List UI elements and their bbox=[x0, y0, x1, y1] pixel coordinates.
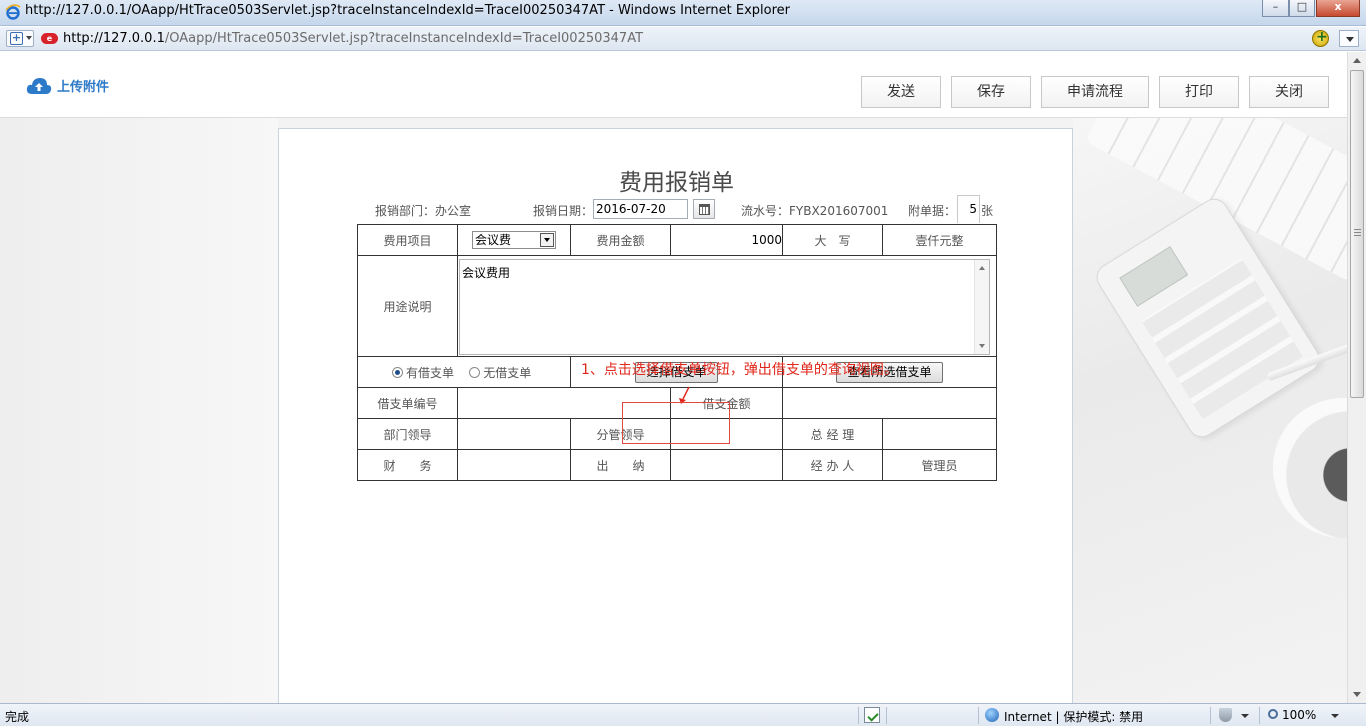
date-label: 报销日期： bbox=[533, 204, 594, 218]
page-scrollbar[interactable] bbox=[1347, 52, 1366, 703]
url-host: http://127.0.0.1 bbox=[63, 31, 165, 46]
chevron-down-icon[interactable] bbox=[1241, 714, 1249, 718]
chevron-down-icon bbox=[540, 233, 554, 247]
dept-leader-value bbox=[457, 418, 571, 450]
print-button[interactable]: 打印 bbox=[1159, 76, 1239, 108]
admin-label: 管理员 bbox=[882, 449, 997, 481]
plus-icon: + bbox=[10, 31, 23, 45]
background-left bbox=[0, 118, 278, 703]
radio-has-loan[interactable]: 有借支单 bbox=[392, 366, 454, 380]
cloud-upload-icon bbox=[26, 78, 52, 94]
gm-label: 总 经 理 bbox=[782, 418, 883, 450]
finance-value bbox=[457, 449, 571, 481]
address-bar: + e http://127.0.0.1/OAapp/HtTrace0503Se… bbox=[0, 27, 1366, 51]
scroll-up-icon[interactable] bbox=[1349, 53, 1365, 69]
cashier-label: 出 纳 bbox=[570, 449, 671, 481]
window-titlebar: http://127.0.0.1/OAapp/HtTrace0503Servle… bbox=[0, 0, 1366, 26]
expense-item-select[interactable]: 会议费 bbox=[472, 231, 556, 249]
loan-amount-value bbox=[782, 387, 997, 419]
chevron-down-icon bbox=[26, 36, 32, 40]
attachment-label: 附单据： bbox=[908, 204, 957, 218]
close-button[interactable]: 关闭 bbox=[1249, 76, 1329, 108]
purpose-textarea[interactable]: 会议费用 bbox=[459, 259, 990, 355]
uppercase-value: 壹仟元整 bbox=[882, 224, 997, 256]
amount-value[interactable]: 1000 bbox=[670, 224, 783, 256]
internet-explorer-icon bbox=[5, 4, 21, 20]
expense-item-value: 会议费 bbox=[475, 233, 512, 247]
loan-no-label: 借支单编号 bbox=[357, 387, 458, 419]
zoom-level[interactable]: 100% bbox=[1282, 708, 1316, 722]
page-status-icon bbox=[864, 707, 880, 723]
table-row: 用途说明 会议费用 bbox=[357, 255, 997, 357]
url-path: /OAapp/HtTrace0503Servlet.jsp?traceInsta… bbox=[164, 31, 644, 46]
status-text: 完成 bbox=[5, 710, 30, 724]
url-field[interactable]: http://127.0.0.1/OAapp/HtTrace0503Servle… bbox=[63, 31, 643, 46]
calendar-icon[interactable] bbox=[693, 199, 715, 219]
uppercase-label: 大 写 bbox=[782, 224, 883, 256]
zoom-icon bbox=[1268, 709, 1278, 719]
new-tab-button[interactable]: + bbox=[6, 30, 34, 47]
amount-label: 费用金额 bbox=[570, 224, 671, 256]
maximize-button[interactable]: □ bbox=[1289, 0, 1315, 17]
tutorial-annotation: 1、点击选择借支单按钮，弹出借支单的查询视图。 bbox=[581, 362, 898, 378]
table-row: 财 务 出 纳 经 办 人 管理员 bbox=[357, 449, 997, 481]
cashier-value bbox=[670, 449, 783, 481]
site-error-icon: e bbox=[41, 33, 58, 44]
window-title: http://127.0.0.1/OAapp/HtTrace0503Servle… bbox=[25, 3, 791, 18]
upload-attachment-label: 上传附件 bbox=[57, 80, 110, 95]
expense-item-cell: 会议费 bbox=[457, 224, 571, 256]
chevron-down-icon[interactable] bbox=[1331, 714, 1339, 718]
form-title: 费用报销单 bbox=[619, 170, 734, 196]
purpose-value: 会议费用 bbox=[462, 266, 511, 280]
minimize-button[interactable]: – bbox=[1262, 0, 1289, 17]
finance-label: 财 务 bbox=[357, 449, 458, 481]
protected-mode-icon[interactable] bbox=[1219, 708, 1232, 722]
apply-process-button[interactable]: 申请流程 bbox=[1041, 76, 1149, 108]
handler-label: 经 办 人 bbox=[782, 449, 883, 481]
radio-selected-icon bbox=[392, 366, 403, 378]
close-window-button[interactable]: x bbox=[1316, 0, 1360, 17]
page-viewport: 上传附件 发送 保存 申请流程 打印 关闭 费用报销单 报销部门：办公室 报销日… bbox=[0, 52, 1366, 703]
serial-number: 流水号：FYBX201607001 bbox=[741, 204, 889, 218]
page-toolbar: 上传附件 发送 保存 申请流程 打印 关闭 bbox=[0, 52, 1347, 118]
dept-leader-label: 部门领导 bbox=[357, 418, 458, 450]
purpose-cell: 会议费用 bbox=[457, 255, 997, 357]
status-bar: 完成 Internet | 保护模式: 禁用 100% bbox=[0, 703, 1366, 726]
date-input[interactable]: 2016-07-20 bbox=[593, 199, 688, 219]
scroll-thumb[interactable] bbox=[1350, 70, 1364, 398]
attachment-unit: 张 bbox=[981, 204, 994, 218]
table-row: 费用项目 会议费 费用金额 1000 大 写 壹仟元整 bbox=[357, 224, 997, 256]
textarea-scrollbar[interactable] bbox=[974, 260, 989, 354]
security-zone: Internet | 保护模式: 禁用 bbox=[1004, 710, 1144, 724]
send-button[interactable]: 发送 bbox=[861, 76, 941, 108]
gm-value bbox=[882, 418, 997, 450]
background-desk-image bbox=[1073, 118, 1347, 703]
dept-label: 报销部门：办公室 bbox=[375, 204, 472, 218]
address-dropdown-button[interactable] bbox=[1339, 30, 1359, 47]
scroll-down-icon[interactable] bbox=[1349, 686, 1365, 702]
purpose-label: 用途说明 bbox=[357, 255, 458, 357]
coffee-cup-image bbox=[1273, 398, 1347, 538]
globe-icon bbox=[985, 708, 999, 722]
expense-item-label: 费用项目 bbox=[357, 224, 458, 256]
expense-form: 费用报销单 报销部门：办公室 报销日期： 2016-07-20 流水号：FYBX… bbox=[278, 128, 1073, 703]
save-button[interactable]: 保存 bbox=[951, 76, 1031, 108]
highlight-box bbox=[622, 402, 730, 444]
radio-no-loan[interactable]: 无借支单 bbox=[469, 366, 531, 380]
compatibility-view-icon[interactable] bbox=[1312, 29, 1329, 47]
attachment-count-input[interactable]: 5 bbox=[957, 195, 980, 223]
radio-unselected-icon bbox=[469, 366, 481, 378]
loan-radio-cell: 有借支单 无借支单 bbox=[357, 356, 571, 388]
